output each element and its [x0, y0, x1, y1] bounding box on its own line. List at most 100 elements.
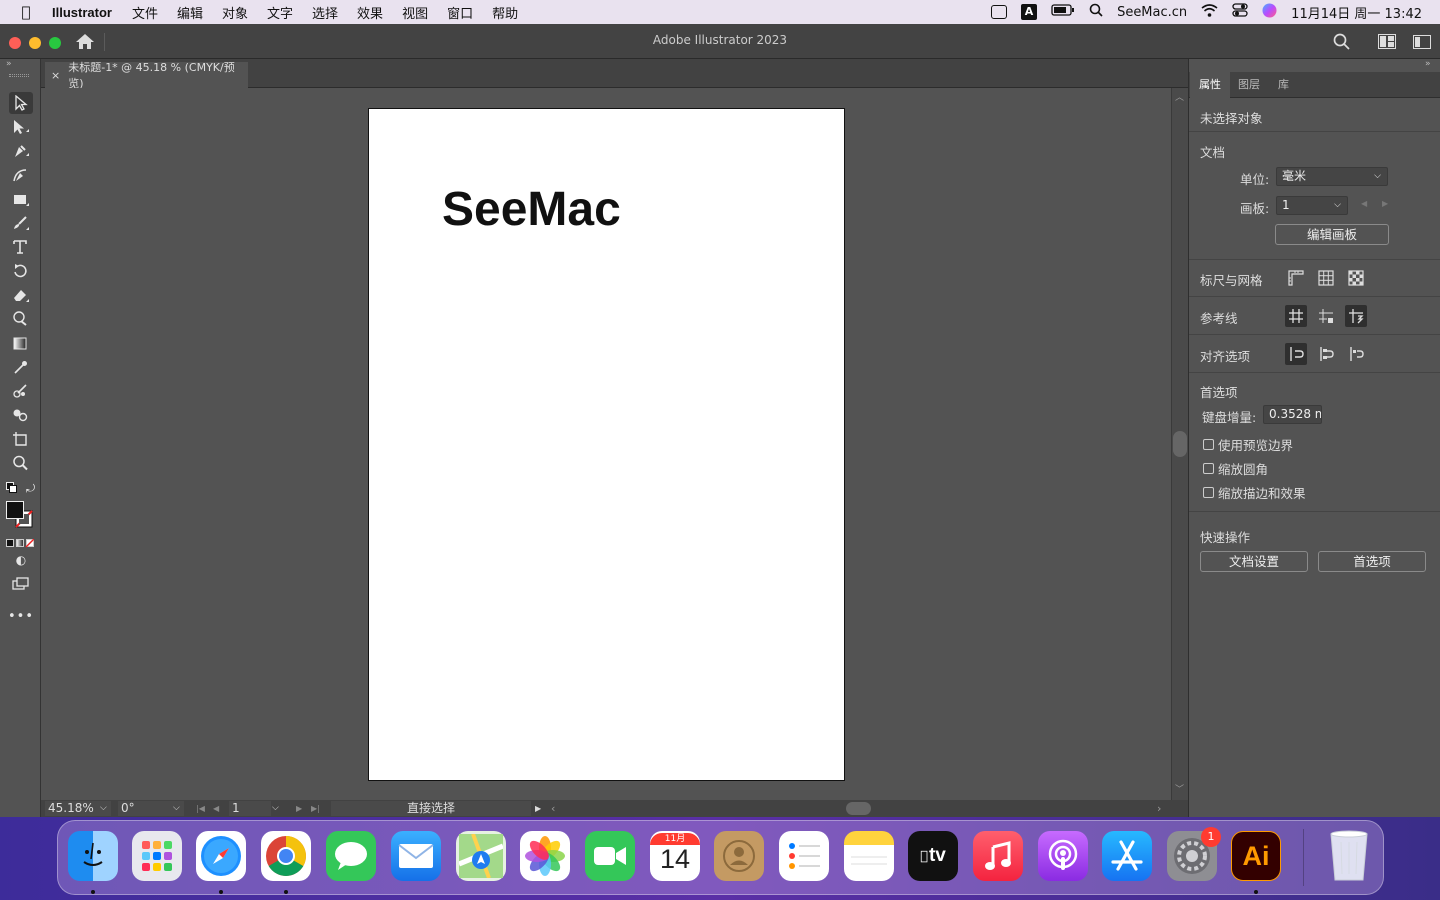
wifi-icon[interactable] [1201, 3, 1218, 21]
menu-edit[interactable]: 编辑 [177, 3, 203, 22]
finder-icon[interactable] [68, 831, 118, 881]
collapse-panel-icon[interactable]: » [1425, 59, 1431, 69]
artboard-dropdown-chevron-icon[interactable]: ⌵ [272, 801, 279, 816]
close-tab-icon[interactable]: × [51, 69, 60, 82]
grid-icon[interactable] [1315, 267, 1337, 289]
scroll-right-icon[interactable]: › [1157, 801, 1161, 816]
panel-toggle-icon[interactable] [1413, 35, 1431, 52]
rotation-dropdown-chevron-icon[interactable]: ⌵ [173, 801, 180, 816]
curvature-tool-icon[interactable] [9, 164, 33, 186]
calendar-icon[interactable]: 11月 14 [650, 831, 700, 881]
warp-tool-icon[interactable] [9, 308, 33, 330]
previous-artboard-icon[interactable]: ◀ [213, 801, 219, 816]
workspace-switcher-icon[interactable] [1378, 34, 1396, 52]
artboard-tool-icon[interactable] [9, 428, 33, 450]
menu-window[interactable]: 窗口 [447, 3, 473, 22]
checkbox-box[interactable] [1203, 439, 1214, 450]
contacts-icon[interactable] [714, 831, 764, 881]
preferences-button[interactable]: 首选项 [1318, 551, 1426, 572]
tab-libraries[interactable]: 库 [1269, 72, 1298, 98]
next-artboard-icon[interactable]: ▶ [296, 801, 302, 816]
chrome-icon[interactable] [261, 831, 311, 881]
smart-guides-icon[interactable] [1345, 305, 1367, 327]
gradient-tool-icon[interactable] [9, 332, 33, 354]
control-strip-icon[interactable] [991, 5, 1008, 19]
artboard[interactable]: SeeMac [368, 108, 845, 781]
launchpad-icon[interactable] [132, 831, 182, 881]
menu-type[interactable]: 文字 [267, 3, 293, 22]
screen-mode-icon[interactable] [9, 573, 33, 595]
safari-icon[interactable] [196, 831, 246, 881]
edit-toolbar-more-icon[interactable]: ••• [8, 605, 33, 627]
notes-icon[interactable] [844, 831, 894, 881]
facetime-icon[interactable] [585, 831, 635, 881]
paintbrush-tool-icon[interactable] [9, 212, 33, 234]
apple-tv-icon[interactable]: tv [908, 831, 958, 881]
scale-corners-checkbox[interactable]: 缩放圆角 [1203, 459, 1268, 478]
artboard-text-object[interactable]: SeeMac [442, 182, 621, 238]
menu-object[interactable]: 对象 [222, 3, 248, 22]
eraser-tool-icon[interactable] [9, 284, 33, 306]
toolbar-grip[interactable] [9, 74, 29, 77]
edit-artboard-button[interactable]: 编辑画板 [1275, 224, 1389, 245]
direct-selection-tool-icon[interactable] [9, 116, 33, 138]
collapse-toolbar-icon[interactable]: » [6, 59, 12, 69]
use-preview-bounds-checkbox[interactable]: 使用预览边界 [1203, 435, 1293, 454]
pen-tool-icon[interactable] [9, 140, 33, 162]
siri-icon[interactable] [1262, 3, 1277, 22]
document-setup-button[interactable]: 文档设置 [1200, 551, 1308, 572]
battery-icon[interactable] [1051, 4, 1075, 20]
zoom-dropdown-chevron-icon[interactable]: ⌵ [100, 801, 107, 816]
artboard-number-field[interactable]: 1 [229, 801, 271, 816]
first-artboard-icon[interactable]: |◀ [196, 801, 205, 816]
maps-icon[interactable] [456, 831, 506, 881]
reminders-icon[interactable] [779, 831, 829, 881]
vertical-scrollbar[interactable]: ︿ ﹀ [1171, 88, 1188, 800]
selection-tool-icon[interactable] [9, 92, 33, 114]
canvas-area[interactable]: SeeMac [41, 88, 1171, 800]
type-tool-icon[interactable] [9, 236, 33, 258]
search-icon[interactable] [1333, 33, 1350, 53]
keyboard-increment-input[interactable]: 0.3528 m [1263, 405, 1322, 424]
menubar-datetime[interactable]: 11月14日 周一 13:42 [1291, 3, 1422, 22]
scale-strokes-effects-checkbox[interactable]: 缩放描边和效果 [1203, 483, 1306, 502]
scroll-up-icon[interactable]: ︿ [1175, 90, 1184, 103]
adobe-illustrator-icon[interactable]: Ai [1231, 831, 1281, 881]
trash-icon[interactable] [1324, 830, 1374, 881]
photos-icon[interactable] [520, 831, 570, 881]
previous-artboard-arrow-icon[interactable]: ◀ [1361, 199, 1367, 208]
podcasts-icon[interactable] [1038, 831, 1088, 881]
unit-select[interactable]: 毫米 ⌵ [1276, 167, 1388, 186]
menu-file[interactable]: 文件 [132, 3, 158, 22]
scroll-left-icon[interactable]: ‹ [551, 801, 555, 816]
status-menu-arrow-icon[interactable]: ▶ [535, 801, 541, 816]
app-store-icon[interactable] [1102, 831, 1152, 881]
lock-guides-icon[interactable] [1315, 305, 1337, 327]
show-guides-icon[interactable] [1285, 305, 1307, 327]
artboard-select[interactable]: 1 ⌵ [1276, 196, 1348, 215]
tab-properties[interactable]: 属性 [1190, 72, 1230, 98]
mail-icon[interactable] [391, 831, 441, 881]
ruler-icon[interactable] [1285, 267, 1307, 289]
messages-icon[interactable] [326, 831, 376, 881]
next-artboard-arrow-icon[interactable]: ▶ [1382, 199, 1388, 208]
checkbox-box[interactable] [1203, 487, 1214, 498]
align-to-key-object-icon[interactable] [1315, 343, 1337, 365]
last-artboard-icon[interactable]: ▶| [311, 801, 320, 816]
align-to-selection-icon[interactable] [1285, 343, 1307, 365]
checkbox-box[interactable] [1203, 463, 1214, 474]
spotlight-search-icon[interactable] [1089, 3, 1103, 21]
horizontal-scroll-thumb[interactable] [846, 802, 871, 815]
transparency-grid-icon[interactable] [1345, 267, 1367, 289]
zoom-tool-icon[interactable] [9, 452, 33, 474]
apple-icon[interactable]:  [0, 3, 52, 21]
scroll-down-icon[interactable]: ﹀ [1175, 782, 1184, 795]
blend-tool-icon[interactable] [9, 380, 33, 402]
fill-stroke-swatch[interactable] [6, 501, 36, 532]
system-preferences-icon[interactable]: 1 [1167, 827, 1221, 881]
document-tab[interactable]: × 未标题-1* @ 45.18 % (CMYK/预览) [45, 61, 248, 90]
eyedropper-tool-icon[interactable] [9, 356, 33, 378]
control-center-icon[interactable] [1232, 3, 1248, 21]
music-icon[interactable] [973, 831, 1023, 881]
tab-layers[interactable]: 图层 [1229, 72, 1269, 98]
